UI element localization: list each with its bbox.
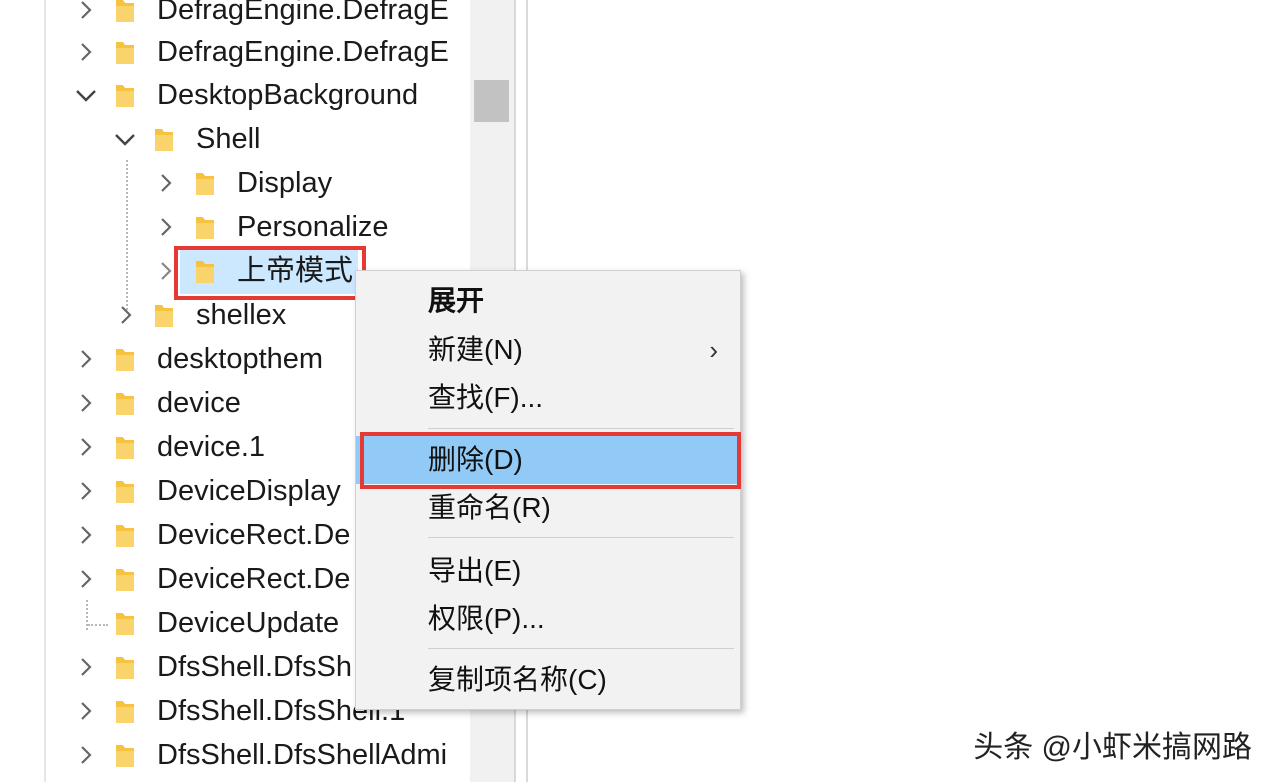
tree-node-label: shellex [196, 299, 287, 331]
menu-item-label: 权限(P)... [428, 603, 545, 634]
tree-node-defragengine-1[interactable]: DefragEngine.DefragE [0, 0, 470, 32]
annotation-highlight-box [174, 246, 366, 300]
tree-node-label: Personalize [237, 211, 389, 243]
tree-node-label: Display [237, 167, 333, 199]
chevron-right-icon[interactable] [74, 0, 98, 32]
folder-icon [116, 481, 134, 503]
folder-icon [116, 0, 134, 22]
tree-node-label: DeviceRect.De [157, 519, 351, 551]
tree-node-label: device.1 [157, 431, 266, 463]
menu-item-label: 重命名(R) [428, 492, 551, 523]
chevron-right-icon[interactable] [74, 30, 98, 74]
chevron-right-icon[interactable] [74, 469, 98, 513]
menu-item-export[interactable]: 导出(E) [356, 547, 740, 595]
chevron-right-icon[interactable] [74, 733, 98, 777]
menu-separator [428, 537, 734, 538]
menu-item-label: 查找(F)... [428, 382, 544, 413]
folder-icon [155, 129, 173, 151]
chevron-right-icon[interactable] [74, 645, 98, 689]
menu-item-permissions[interactable]: 权限(P)... [356, 595, 740, 643]
tree-node-label: DeviceUpdate [157, 607, 340, 639]
menu-item-label: 新建(N) [428, 334, 523, 365]
folder-icon [116, 393, 134, 415]
context-menu: 展开 新建(N) › 查找(F)... 删除(D) 重命名(R) 导出(E) 权… [355, 270, 741, 710]
folder-icon [116, 657, 134, 679]
menu-item-rename[interactable]: 重命名(R) [356, 484, 740, 532]
tree-node-personalize[interactable]: Personalize [0, 205, 470, 249]
tree-node-shell[interactable]: Shell [0, 117, 470, 161]
chevron-right-icon: › [709, 335, 718, 365]
chevron-right-icon[interactable] [74, 557, 98, 601]
tree-node-label: DfsShell.DfsShellAdmi [157, 739, 448, 771]
folder-icon [116, 613, 134, 635]
chevron-down-icon[interactable] [74, 73, 98, 117]
chevron-right-icon[interactable] [74, 513, 98, 557]
folder-icon [116, 437, 134, 459]
chevron-right-icon[interactable] [74, 337, 98, 381]
menu-item-label: 导出(E) [428, 555, 522, 586]
chevron-right-icon[interactable] [154, 161, 178, 205]
menu-item-copy-key-name[interactable]: 复制项名称(C) [356, 656, 740, 704]
folder-icon [116, 42, 134, 64]
tree-scrollbar-thumb[interactable] [474, 80, 509, 122]
chevron-right-icon[interactable] [74, 425, 98, 469]
tree-node-label: DfsShell.DfsSh [157, 651, 353, 683]
folder-icon [196, 217, 214, 239]
folder-icon [116, 569, 134, 591]
tree-node-label: desktopthem [157, 343, 324, 375]
tree-node-label: Shell [196, 123, 261, 155]
folder-icon [116, 745, 134, 767]
menu-item-label: 展开 [428, 285, 485, 316]
folder-icon [116, 701, 134, 723]
folder-icon [155, 305, 173, 327]
chevron-down-icon[interactable] [113, 117, 137, 161]
menu-item-expand[interactable]: 展开 [356, 277, 740, 325]
folder-icon [116, 85, 134, 107]
folder-icon [116, 349, 134, 371]
watermark: 头条 @小虾米搞网路 [973, 731, 1252, 764]
menu-item-label: 复制项名称(C) [428, 664, 607, 695]
tree-node-defragengine-2[interactable]: DefragEngine.DefragE [0, 30, 470, 74]
tree-node-dfsshelladmin[interactable]: DfsShell.DfsShellAdmi [0, 733, 470, 777]
tree-node-label: DesktopBackground [157, 79, 419, 111]
tree-node-label: DeviceDisplay [157, 475, 341, 507]
tree-node-label: device [157, 387, 241, 419]
menu-separator [428, 428, 734, 429]
tree-node-desktopbackground[interactable]: DesktopBackground [0, 73, 470, 117]
menu-item-new[interactable]: 新建(N) › [356, 326, 740, 374]
chevron-right-icon[interactable] [114, 293, 138, 337]
tree-node-label: DefragEngine.DefragE [157, 36, 449, 68]
chevron-right-icon[interactable] [154, 205, 178, 249]
chevron-right-icon[interactable] [74, 689, 98, 733]
menu-item-find[interactable]: 查找(F)... [356, 374, 740, 422]
tree-node-label: DefragEngine.DefragE [157, 0, 449, 26]
annotation-highlight-box [360, 432, 741, 489]
chevron-right-icon[interactable] [74, 381, 98, 425]
menu-separator [428, 648, 734, 649]
tree-node-label: DeviceRect.De [157, 563, 351, 595]
tree-node-display[interactable]: Display [0, 161, 470, 205]
folder-icon [116, 525, 134, 547]
folder-icon [196, 173, 214, 195]
